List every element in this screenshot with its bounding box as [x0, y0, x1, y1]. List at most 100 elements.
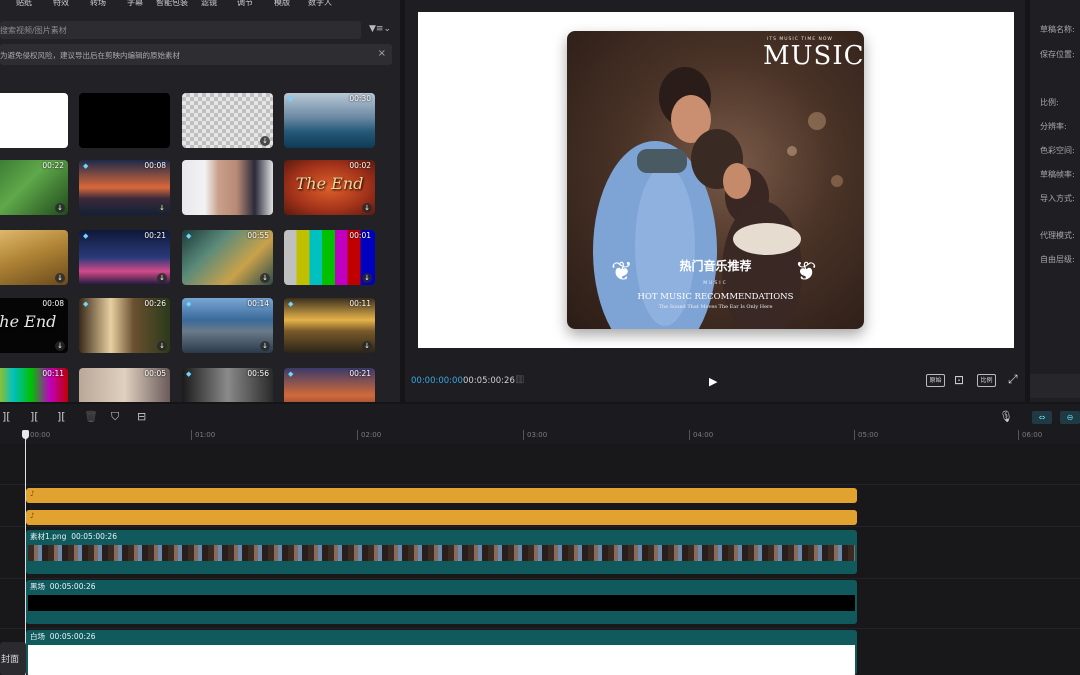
download-icon[interactable]: ↓	[157, 341, 167, 351]
download-icon[interactable]: ↓	[362, 341, 372, 351]
media-thumb[interactable]: 00:05	[79, 368, 170, 402]
premium-icon: ◆	[288, 300, 294, 308]
tab-smart-package[interactable]: 智能包装	[156, 0, 188, 8]
media-thumb[interactable]: 00:11	[0, 368, 68, 402]
fit-icon[interactable]: ⊡	[954, 373, 964, 387]
play-button[interactable]: ▶	[709, 375, 717, 388]
original-button[interactable]: 原始	[926, 374, 945, 387]
premium-icon: ◆	[186, 370, 192, 378]
download-icon[interactable]: ↓	[55, 341, 65, 351]
ruler-tick: 02:00	[357, 430, 381, 440]
playhead[interactable]	[25, 432, 26, 675]
properties-footer	[1030, 374, 1080, 398]
tab-sticker[interactable]: 贴纸	[16, 0, 32, 8]
tab-transitions[interactable]: 转场	[90, 0, 106, 8]
filter-icon[interactable]: ▼≡⌄	[369, 24, 391, 34]
tab-filters[interactable]: 滤镜	[201, 0, 217, 8]
media-thumb[interactable]	[0, 93, 68, 148]
tab-templates[interactable]: 模版	[274, 0, 290, 8]
clip-duration: 00:05:00:26	[49, 632, 96, 641]
clip-waveform-icon: ♪	[30, 489, 35, 498]
video-clip-black[interactable]: 黑场 00:05:00:26	[26, 580, 857, 624]
download-icon[interactable]: ↓	[260, 136, 270, 146]
download-icon[interactable]: ↓	[157, 273, 167, 283]
video-clip-image[interactable]: 素材1.png 00:05:00:26	[26, 530, 857, 574]
media-thumb[interactable]	[182, 160, 273, 215]
premium-icon: ◆	[83, 162, 89, 170]
duration-label: 00:02	[349, 161, 371, 170]
duration-label: 00:21	[144, 231, 166, 240]
media-thumb[interactable]: ◆ 00:21	[284, 368, 375, 402]
video-clip-white[interactable]: 白场 00:05:00:26	[26, 630, 857, 675]
media-thumb[interactable]: ↓	[182, 93, 273, 148]
fullscreen-icon[interactable]: ⤢	[1008, 372, 1018, 387]
tab-effects[interactable]: 特效	[53, 0, 69, 8]
poster-subtitle: The Sound That Moves The Ear Is Only Her…	[658, 304, 773, 310]
ruler-tick: 04:00	[689, 430, 713, 440]
tab-adjust[interactable]: 调节	[237, 0, 253, 8]
download-icon[interactable]: ↓	[260, 341, 270, 351]
total-time: 00:05:00:26	[463, 376, 515, 386]
poster-title-cn: 热门音乐推荐	[679, 259, 752, 273]
thumb-title: The End	[295, 174, 364, 193]
microphone-icon[interactable]: 🎙	[999, 410, 1013, 423]
player-controls: 00:00:00:00 00:05:00:26 ▥ ▶ 原始 ⊡ 比例 ⤢	[405, 360, 1025, 400]
media-thumb[interactable]: ◆ 00:14 ↓	[182, 298, 273, 353]
download-icon[interactable]: ↓	[362, 203, 372, 213]
link-toggle-icon[interactable]: ⇔	[1032, 411, 1052, 424]
download-icon[interactable]: ↓	[157, 203, 167, 213]
media-thumb[interactable]: ◆ 00:30	[284, 93, 375, 148]
poster-image: ITS MUSIC TIME NOW MUSIC ❦ ❦ 热门音乐推荐 MUSI…	[567, 31, 864, 329]
media-thumb[interactable]: ◆ 00:08 ↓	[79, 160, 170, 215]
premium-icon: ◆	[83, 232, 89, 240]
tab-digital-human[interactable]: 数字人	[308, 0, 332, 8]
prop-label: 草稿名称:	[1040, 25, 1075, 34]
media-thumb[interactable]: The End 00:08 ↓	[0, 298, 68, 353]
snap-toggle-icon[interactable]: ⊖	[1060, 411, 1080, 424]
search-input[interactable]: 搜索视频/图片素材	[0, 21, 361, 39]
split-left-icon[interactable]: ][	[30, 410, 39, 423]
audio-clip[interactable]: ♪	[26, 488, 857, 503]
media-thumb[interactable]: ↓	[0, 230, 68, 285]
ruler-tick: 03:00	[523, 430, 547, 440]
media-thumb[interactable]: ◆ 00:55 ↓	[182, 230, 273, 285]
audio-clip[interactable]: ♪	[26, 510, 857, 525]
timeline-tracks: ♪ ♪ 素材1.png 00:05:00:26 黑场 00:05:00:26 白…	[0, 444, 1080, 675]
media-thumb[interactable]: ◆ 00:26 ↓	[79, 298, 170, 353]
preview-canvas[interactable]: ITS MUSIC TIME NOW MUSIC ❦ ❦ 热门音乐推荐 MUSI…	[418, 12, 1014, 348]
prop-label: 草稿帧率:	[1040, 170, 1075, 179]
prop-label: 分辨率:	[1040, 122, 1067, 131]
marker-icon[interactable]: ⛉	[111, 410, 119, 424]
cover-button[interactable]: 封面	[0, 642, 26, 675]
media-thumb[interactable]: The End 00:02 ↓	[284, 160, 375, 215]
tab-captions[interactable]: 字幕	[127, 0, 143, 8]
download-icon[interactable]: ↓	[55, 203, 65, 213]
media-thumb[interactable]: 00:01 ↓	[284, 230, 375, 285]
premium-icon: ◆	[186, 300, 192, 308]
clip-filmstrip	[28, 645, 855, 675]
media-thumb[interactable]: ◆ 00:56	[182, 368, 273, 402]
timeline-ruler[interactable]: 00:00 01:00 02:00 03:00 04:00 05:00 06:0…	[0, 430, 1080, 444]
delete-icon[interactable]: 🗑	[84, 410, 98, 423]
media-thumb[interactable]: 00:22 ↓	[0, 160, 68, 215]
media-thumb[interactable]: ◆ 00:11 ↓	[284, 298, 375, 353]
thumb-title: The End	[0, 312, 57, 331]
media-thumb[interactable]	[79, 93, 170, 148]
download-icon[interactable]: ↓	[362, 273, 372, 283]
premium-icon: ◆	[288, 370, 294, 378]
duration-label: 00:56	[247, 369, 269, 378]
grid-icon[interactable]: ▥	[515, 374, 524, 385]
playhead-handle[interactable]	[22, 430, 29, 439]
premium-icon: ◆	[288, 95, 294, 103]
edit-icon[interactable]: ⊟	[137, 410, 146, 423]
ratio-button[interactable]: 比例	[977, 374, 996, 387]
media-thumb[interactable]: ◆ 00:21 ↓	[79, 230, 170, 285]
prop-label: 导入方式:	[1040, 194, 1075, 203]
split-icon[interactable]: ][	[2, 410, 11, 423]
split-right-icon[interactable]: ][	[57, 410, 66, 423]
poster-title-en: HOT MUSIC RECOMMENDATIONS	[637, 292, 794, 302]
duration-label: 00:11	[349, 299, 371, 308]
close-icon[interactable]: ×	[378, 48, 386, 59]
download-icon[interactable]: ↓	[260, 273, 270, 283]
download-icon[interactable]: ↓	[55, 273, 65, 283]
